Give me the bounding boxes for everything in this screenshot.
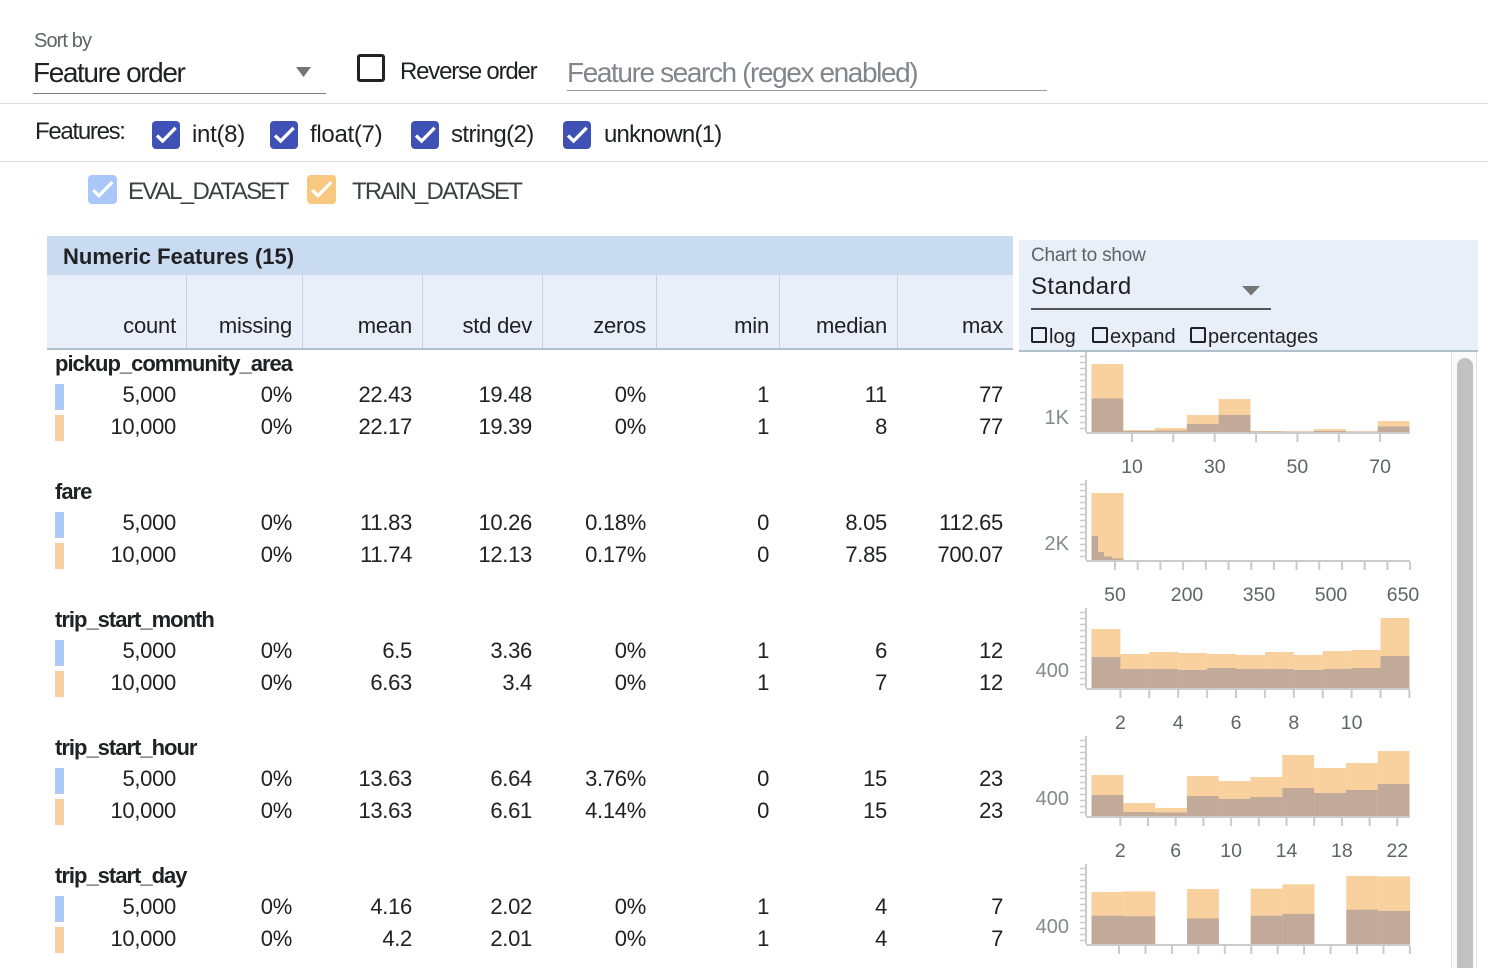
svg-text:4: 4 (1173, 712, 1184, 734)
svg-text:6: 6 (1231, 712, 1242, 734)
svg-text:8: 8 (1288, 712, 1299, 734)
svg-text:2: 2 (1115, 712, 1126, 734)
svg-text:6: 6 (1170, 840, 1181, 862)
svg-text:1K: 1K (1045, 407, 1070, 429)
svg-text:500: 500 (1315, 584, 1348, 606)
svg-text:70: 70 (1369, 456, 1391, 478)
svg-text:2K: 2K (1045, 533, 1070, 555)
svg-text:14: 14 (1276, 840, 1298, 862)
svg-text:50: 50 (1104, 584, 1126, 606)
svg-text:22: 22 (1386, 840, 1408, 862)
svg-text:50: 50 (1287, 456, 1309, 478)
svg-text:200: 200 (1171, 584, 1204, 606)
svg-text:18: 18 (1331, 840, 1353, 862)
svg-text:400: 400 (1036, 916, 1069, 938)
svg-text:10: 10 (1341, 712, 1363, 734)
svg-text:10: 10 (1220, 840, 1242, 862)
svg-text:650: 650 (1387, 584, 1420, 606)
svg-text:350: 350 (1243, 584, 1276, 606)
svg-text:30: 30 (1204, 456, 1226, 478)
svg-text:400: 400 (1036, 788, 1069, 810)
svg-text:10: 10 (1121, 456, 1143, 478)
svg-text:400: 400 (1036, 660, 1069, 682)
svg-text:2: 2 (1115, 840, 1126, 862)
